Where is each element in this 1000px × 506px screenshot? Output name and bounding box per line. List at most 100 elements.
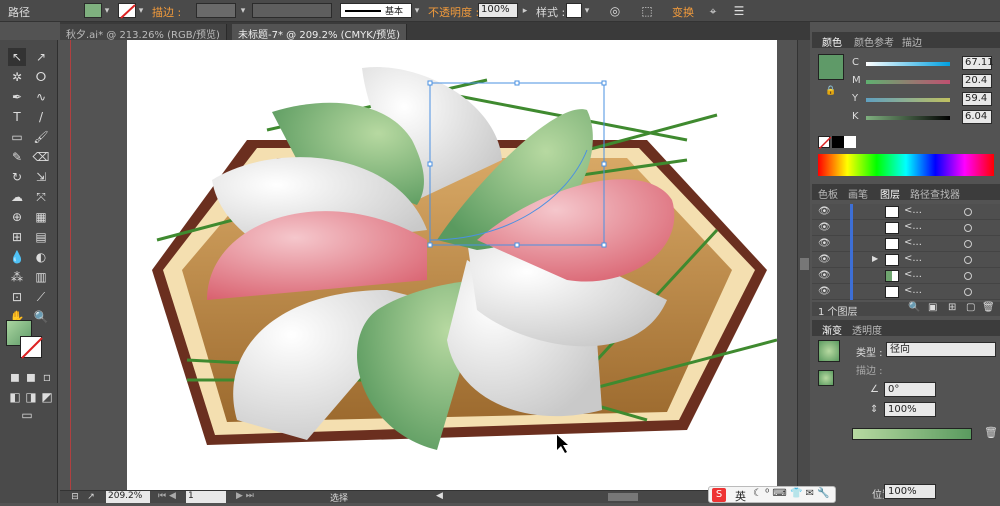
first-page-icon[interactable]: ⏮ ◀: [158, 491, 176, 501]
current-fill-swatch[interactable]: [818, 54, 844, 80]
layer-row[interactable]: 👁 <...: [812, 236, 1000, 252]
next-page-icon[interactable]: ▶ ⏭: [236, 491, 254, 501]
direct-selection-tool-icon[interactable]: ↗: [32, 48, 50, 66]
k-slider[interactable]: K 6.04: [852, 110, 992, 126]
target-icon[interactable]: [964, 256, 972, 264]
magic-wand-tool-icon[interactable]: ✲: [8, 68, 26, 86]
chevron-down-icon[interactable]: ▾: [102, 3, 112, 19]
scale-tool-icon[interactable]: ⇲: [32, 168, 50, 186]
k-value-field[interactable]: 6.04: [962, 110, 992, 124]
delete-layer-icon[interactable]: 🗑: [982, 302, 995, 313]
layer-row[interactable]: 👁 <...: [812, 284, 1000, 300]
stroke-swatch[interactable]: [118, 3, 136, 19]
warp-tool-icon[interactable]: ☁: [8, 188, 26, 206]
delete-stop-icon[interactable]: 🗑: [984, 426, 998, 439]
target-icon[interactable]: [964, 224, 972, 232]
rectangle-tool-icon[interactable]: ▭: [8, 128, 26, 146]
eye-icon[interactable]: 👁: [818, 238, 831, 249]
opacity-label[interactable]: 不透明度 :: [428, 4, 479, 20]
new-sublayer-icon[interactable]: ⊞: [948, 302, 956, 313]
stroke-label[interactable]: 描边 :: [152, 4, 181, 20]
ime-language-label[interactable]: 英: [735, 488, 746, 504]
y-slider[interactable]: Y 59.4: [852, 92, 992, 108]
slice-tool-icon[interactable]: ⟋: [32, 288, 50, 306]
draw-inside-icon[interactable]: ◩: [38, 388, 56, 406]
graphic-style-swatch[interactable]: [566, 3, 582, 18]
m-slider[interactable]: M 20.4: [852, 74, 992, 90]
transform-label[interactable]: 变换: [672, 4, 694, 20]
ime-tools-icon[interactable]: ☾ ⁰ ⌨ 👕 ✉ 🔧: [753, 488, 830, 499]
c-slider[interactable]: C 67.11: [852, 56, 994, 72]
rotate-tool-icon[interactable]: ↻: [8, 168, 26, 186]
locate-object-icon[interactable]: 🔍: [908, 302, 920, 313]
curvature-tool-icon[interactable]: ∿: [32, 88, 50, 106]
tab-stroke[interactable]: 描边: [902, 34, 922, 49]
symbol-sprayer-tool-icon[interactable]: ⁂: [8, 268, 26, 286]
color-spectrum[interactable]: [818, 154, 994, 176]
target-icon[interactable]: [964, 272, 972, 280]
type-tool-icon[interactable]: T: [8, 108, 26, 126]
c-track[interactable]: [866, 62, 950, 66]
page-field[interactable]: 1: [186, 491, 226, 503]
eyedropper-tool-icon[interactable]: 💧: [8, 248, 26, 266]
zoom-tool-icon[interactable]: 🔍: [32, 308, 50, 326]
tab-document-2[interactable]: 未标题-7* @ 209.2% (CMYK/预览): [232, 24, 408, 41]
clipping-mask-icon[interactable]: ▣: [928, 302, 937, 313]
line-tool-icon[interactable]: /: [32, 108, 50, 126]
chevron-down-icon[interactable]: ▾: [582, 3, 592, 19]
gradient-tool-icon[interactable]: ▤: [32, 228, 50, 246]
eye-icon[interactable]: 👁: [818, 206, 831, 217]
scroll-left-icon[interactable]: ◀: [436, 491, 443, 501]
ime-logo-icon[interactable]: S: [712, 488, 726, 502]
none-swatch[interactable]: [818, 136, 832, 150]
fill-swatch[interactable]: [84, 3, 102, 18]
horizontal-scroll-thumb[interactable]: [608, 493, 638, 501]
tab-layers[interactable]: 图层: [880, 186, 900, 201]
opacity-field[interactable]: 100%: [478, 3, 518, 18]
gradient-slider[interactable]: [852, 428, 972, 440]
tab-document-1[interactable]: 秋夕.ai* @ 213.26% (RGB/预览): [60, 24, 227, 41]
recolor-icon[interactable]: ◎: [606, 2, 624, 20]
eye-icon[interactable]: 👁: [818, 286, 831, 297]
blend-tool-icon[interactable]: ◐: [32, 248, 50, 266]
tab-pathfinder[interactable]: 路径查找器: [910, 186, 960, 201]
artboard[interactable]: [127, 40, 778, 490]
tab-transparency[interactable]: 透明度: [852, 322, 882, 337]
layer-row[interactable]: 👁 <...: [812, 204, 1000, 220]
eye-icon[interactable]: 👁: [818, 222, 831, 233]
artboard-tool-icon[interactable]: ⊡: [8, 288, 26, 306]
target-icon[interactable]: [964, 240, 972, 248]
pen-tool-icon[interactable]: ✒: [8, 88, 26, 106]
vertical-scrollbar[interactable]: [797, 40, 810, 490]
eye-icon[interactable]: 👁: [818, 270, 831, 281]
target-icon[interactable]: [964, 208, 972, 216]
white-swatch[interactable]: [844, 136, 856, 148]
chevron-down-icon[interactable]: ▾: [238, 3, 248, 19]
mesh-tool-icon[interactable]: ⊞: [8, 228, 26, 246]
fill-gradient-box[interactable]: [818, 370, 834, 386]
tab-brushes[interactable]: 画笔: [848, 186, 868, 201]
new-layer-icon[interactable]: ▢: [966, 302, 975, 313]
k-track[interactable]: [866, 116, 950, 120]
tab-gradient[interactable]: 渐变: [822, 322, 842, 337]
layer-row[interactable]: 👁 <...: [812, 220, 1000, 236]
tab-swatches[interactable]: 色板: [818, 186, 838, 201]
zoom-field[interactable]: 209.2%: [106, 491, 150, 503]
angle-field[interactable]: 0°: [884, 382, 936, 397]
chevron-right-icon[interactable]: ▸: [520, 3, 530, 19]
export-icon[interactable]: ↗: [82, 488, 100, 506]
tab-color[interactable]: 颜色: [822, 34, 842, 49]
y-value-field[interactable]: 59.4: [962, 92, 992, 106]
free-transform-tool-icon[interactable]: ⤧: [32, 188, 50, 206]
m-track[interactable]: [866, 80, 950, 84]
panel-menu-icon[interactable]: ☰: [730, 2, 748, 20]
black-swatch[interactable]: [832, 136, 844, 148]
variable-width-profile[interactable]: [252, 3, 332, 18]
target-icon[interactable]: [964, 288, 972, 296]
c-value-field[interactable]: 67.11: [962, 56, 994, 70]
paintbrush-tool-icon[interactable]: 🖌: [32, 128, 50, 146]
shape-builder-tool-icon[interactable]: ⊕: [8, 208, 26, 226]
pencil-tool-icon[interactable]: ✎: [8, 148, 26, 166]
layer-row[interactable]: 👁 ▶ <...: [812, 252, 1000, 268]
scroll-thumb[interactable]: [800, 258, 809, 270]
